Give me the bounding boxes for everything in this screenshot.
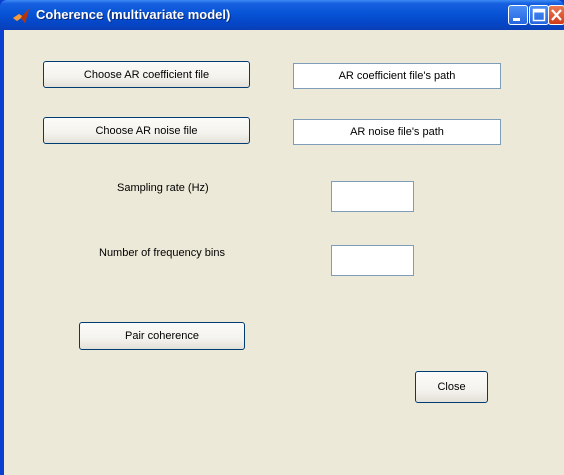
close-icon <box>551 9 562 21</box>
maximize-button[interactable] <box>529 5 549 25</box>
sampling-rate-label: Sampling rate (Hz) <box>117 182 209 194</box>
pair-coherence-button[interactable]: Pair coherence <box>79 322 245 350</box>
close-window-button[interactable] <box>548 5 564 25</box>
choose-ar-coefficient-file-button[interactable]: Choose AR coefficient file <box>43 61 250 88</box>
choose-ar-noise-file-button[interactable]: Choose AR noise file <box>43 117 250 144</box>
frequency-bins-input[interactable] <box>331 245 414 276</box>
frequency-bins-label: Number of frequency bins <box>99 247 225 259</box>
sampling-rate-input[interactable] <box>331 181 414 212</box>
ar-noise-path-field[interactable]: AR noise file's path <box>293 119 501 145</box>
maximize-icon <box>532 8 546 22</box>
dialog-client-area: Choose AR coefficient file AR coefficien… <box>4 30 564 475</box>
minimize-button[interactable] <box>508 5 528 25</box>
minimize-icon <box>513 18 520 21</box>
window-title: Coherence (multivariate model) <box>36 7 231 22</box>
matlab-icon[interactable] <box>12 7 30 25</box>
close-button[interactable]: Close <box>415 371 488 403</box>
ar-coefficient-path-field[interactable]: AR coefficient file's path <box>293 63 501 89</box>
app-window: Coherence (multivariate model) Choose AR… <box>0 0 564 475</box>
title-bar[interactable]: Coherence (multivariate model) <box>0 0 564 30</box>
